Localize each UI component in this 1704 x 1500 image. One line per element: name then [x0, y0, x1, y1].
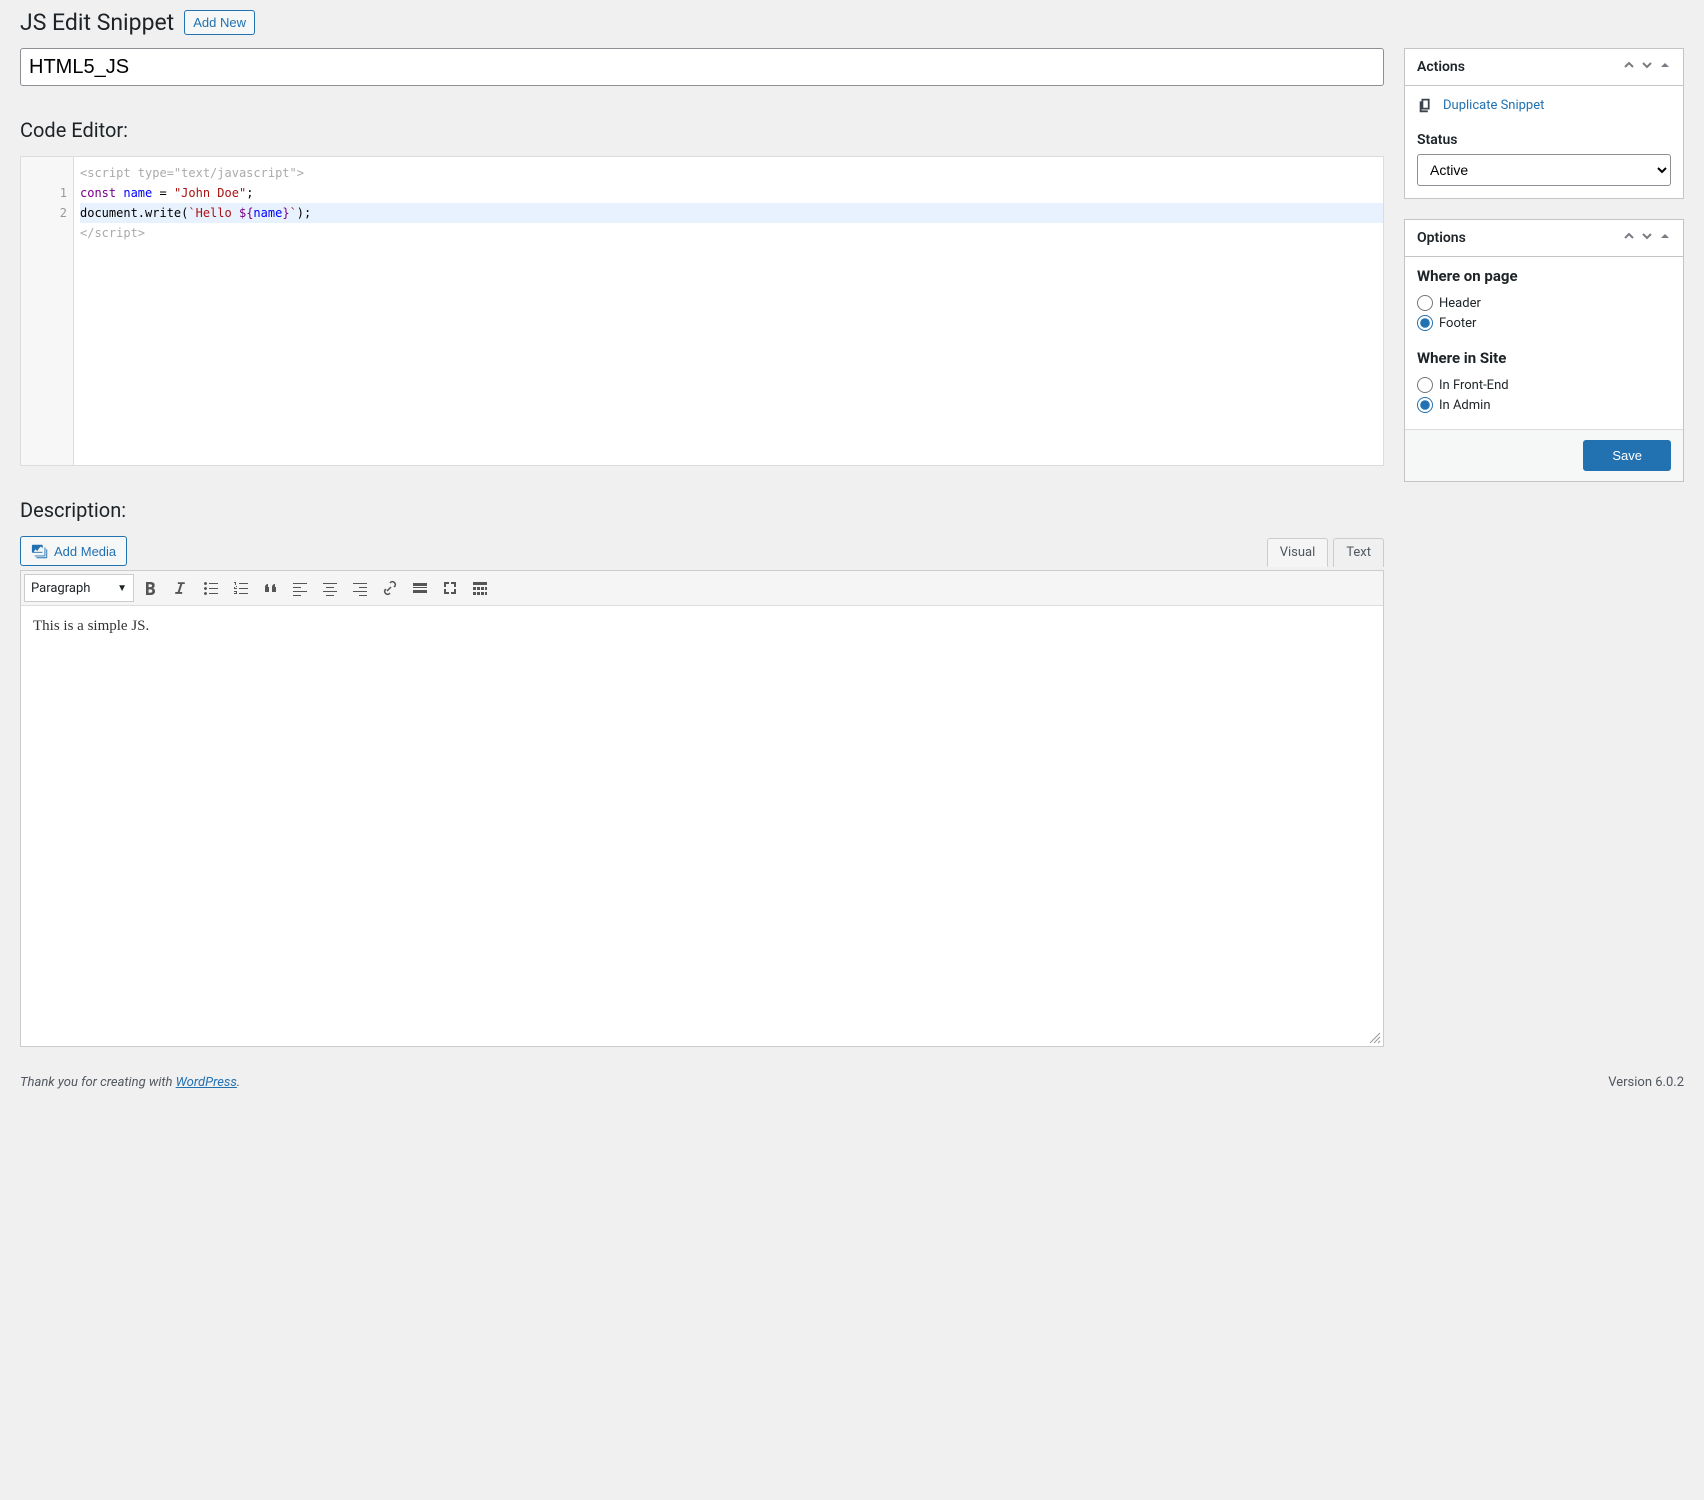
bullet-list-button[interactable] — [196, 574, 224, 602]
code-area[interactable]: <script type="text/javascript"> const na… — [74, 157, 1383, 465]
align-center-button[interactable] — [316, 574, 344, 602]
save-button[interactable]: Save — [1583, 440, 1671, 471]
add-media-button[interactable]: Add Media — [20, 536, 127, 566]
page-title: JS Edit Snippet — [20, 9, 174, 36]
media-icon — [31, 542, 49, 560]
options-panel-title: Options — [1417, 230, 1466, 246]
fullscreen-button[interactable] — [436, 574, 464, 602]
panel-up-icon[interactable] — [1623, 230, 1635, 246]
tab-text[interactable]: Text — [1333, 538, 1384, 567]
radio-frontend[interactable]: In Front-End — [1417, 377, 1671, 393]
blockquote-button[interactable] — [256, 574, 284, 602]
wysiwyg-toolbar: Paragraph ▼ — [21, 571, 1383, 606]
code-open-tag: <script type="text/javascript"> — [80, 166, 304, 180]
panel-toggle-icon[interactable] — [1659, 59, 1671, 75]
footer: Thank you for creating with WordPress. V… — [0, 1057, 1704, 1104]
description-heading: Description: — [20, 498, 1384, 522]
code-gutter: 1 2 — [21, 157, 74, 465]
actions-panel: Actions Duplicate Snippet Status Active — [1404, 48, 1684, 199]
actions-panel-title: Actions — [1417, 59, 1465, 75]
wordpress-link[interactable]: WordPress — [176, 1075, 237, 1090]
line-number: 2 — [21, 203, 67, 223]
panel-down-icon[interactable] — [1641, 59, 1653, 75]
readmore-button[interactable] — [406, 574, 434, 602]
options-panel: Options Where on page Header — [1404, 219, 1684, 482]
add-new-button[interactable]: Add New — [184, 10, 255, 35]
status-label: Status — [1417, 132, 1671, 148]
align-left-button[interactable] — [286, 574, 314, 602]
format-select[interactable]: Paragraph ▼ — [24, 574, 134, 602]
code-close-tag: </script> — [80, 226, 145, 240]
bold-button[interactable] — [136, 574, 164, 602]
wysiwyg-content[interactable]: This is a simple JS. — [21, 606, 1383, 1046]
wysiwyg-editor: Paragraph ▼ This — [20, 570, 1384, 1047]
duplicate-snippet-link[interactable]: Duplicate Snippet — [1417, 96, 1544, 114]
radio-footer[interactable]: Footer — [1417, 315, 1671, 331]
line-number: 1 — [21, 183, 67, 203]
align-right-button[interactable] — [346, 574, 374, 602]
snippet-title-input[interactable] — [20, 48, 1384, 86]
where-in-site-heading: Where in Site — [1417, 349, 1671, 367]
panel-up-icon[interactable] — [1623, 59, 1635, 75]
status-select[interactable]: Active — [1417, 154, 1671, 186]
panel-down-icon[interactable] — [1641, 230, 1653, 246]
toolbar-toggle-button[interactable] — [466, 574, 494, 602]
tab-visual[interactable]: Visual — [1267, 538, 1329, 567]
link-button[interactable] — [376, 574, 404, 602]
chevron-down-icon: ▼ — [117, 583, 127, 594]
italic-button[interactable] — [166, 574, 194, 602]
numbered-list-button[interactable] — [226, 574, 254, 602]
code-editor-heading: Code Editor: — [20, 118, 1384, 142]
duplicate-icon — [1417, 96, 1435, 114]
resize-handle-icon[interactable] — [1368, 1031, 1382, 1045]
radio-admin[interactable]: In Admin — [1417, 397, 1671, 413]
version-label: Version 6.0.2 — [1608, 1075, 1684, 1090]
where-on-page-heading: Where on page — [1417, 267, 1671, 285]
code-editor[interactable]: 1 2 <script type="text/javascript"> cons… — [20, 156, 1384, 466]
radio-header[interactable]: Header — [1417, 295, 1671, 311]
panel-toggle-icon[interactable] — [1659, 230, 1671, 246]
